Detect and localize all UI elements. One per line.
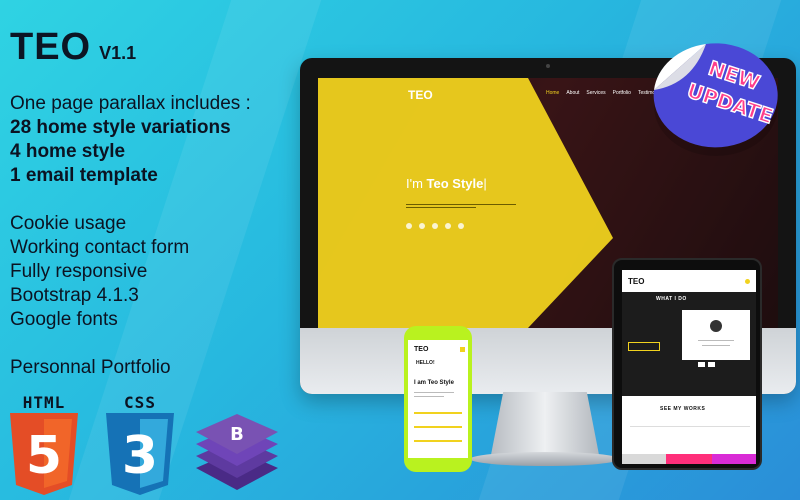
feature-bold-item: 4 home style (10, 141, 126, 162)
monitor-stand (490, 392, 600, 460)
work-thumb[interactable] (666, 454, 712, 464)
tablet-header: TEO (622, 270, 756, 292)
phone-hello: HELLO! (416, 360, 435, 366)
hero-cursor: | (483, 176, 487, 191)
nav-item-portfolio[interactable]: Portfolio (613, 90, 631, 96)
feature-extra: Personnal Portfolio (10, 357, 171, 378)
google-icon[interactable] (432, 223, 438, 229)
feature-bold-item: 1 email template (10, 165, 158, 186)
phone-mockup: TEO HELLO! I am Teo Style (404, 326, 472, 472)
html5-number: 5 (26, 426, 62, 486)
works-heading: SEE MY WORKS (660, 406, 706, 412)
tablet-mockup: TEO WHAT I DO SEE MY WORKS (612, 258, 762, 470)
css3-number: 3 (122, 426, 158, 486)
feature-item: Fully responsive (10, 261, 148, 282)
feature-item: Bootstrap 4.1.3 (10, 285, 139, 306)
product-title: TEO V1.1 (10, 26, 136, 69)
monitor-stand-base (470, 452, 620, 466)
work-thumb[interactable] (622, 454, 666, 464)
hero-subtext-placeholder (406, 202, 526, 210)
nav-item-services[interactable]: Services (586, 90, 605, 96)
phone-menu-icon[interactable] (460, 347, 465, 352)
hero-name: Teo Style (426, 176, 484, 191)
works-filter-bar[interactable] (630, 426, 750, 430)
feature-list: One page parallax includes : 28 home sty… (10, 92, 251, 380)
bootstrap-letter: B (230, 424, 244, 445)
brand-name: TEO (10, 26, 92, 68)
feature-item: Working contact form (10, 237, 190, 258)
tablet-screen: TEO WHAT I DO SEE MY WORKS (622, 270, 756, 464)
hero-prefix: I'm (406, 176, 427, 191)
html5-icon: HTML 5 (8, 393, 80, 500)
nav-item-home[interactable]: Home (546, 90, 559, 96)
service-card (682, 310, 750, 360)
tablet-cta-button[interactable] (628, 342, 660, 351)
nav-item-about[interactable]: About (566, 90, 579, 96)
css3-label: CSS (124, 393, 156, 412)
linkedin-icon[interactable] (458, 223, 464, 229)
feature-intro: One page parallax includes : (10, 93, 251, 114)
tablet-section-heading: WHAT I DO (656, 296, 687, 302)
css3-icon: CSS 3 (104, 393, 176, 500)
dribbble-icon[interactable] (445, 223, 451, 229)
phone-logo[interactable]: TEO (414, 346, 428, 353)
version-label: V1.1 (99, 43, 137, 63)
facebook-icon[interactable] (406, 223, 412, 229)
site-logo[interactable]: TEO (408, 88, 433, 102)
html5-shield-icon: 5 (10, 413, 78, 495)
tablet-logo[interactable]: TEO (628, 277, 644, 286)
html5-label: HTML (22, 393, 66, 412)
menu-icon[interactable] (745, 278, 750, 284)
phone-hero: I am Teo Style (414, 380, 454, 386)
service-icon (710, 320, 722, 332)
monitor-camera (546, 64, 550, 68)
feature-item: Google fonts (10, 309, 118, 330)
prev-arrow-icon[interactable] (698, 362, 705, 367)
work-thumb[interactable] (712, 454, 756, 464)
hero-social-links (406, 223, 464, 229)
css3-shield-icon: 3 (106, 413, 174, 495)
works-section: SEE MY WORKS (622, 396, 756, 464)
phone-screen: TEO HELLO! I am Teo Style (408, 340, 468, 458)
hero-heading: I'm Teo Style| (406, 176, 487, 191)
feature-item: Cookie usage (10, 213, 127, 234)
bootstrap-icon: B (196, 414, 278, 490)
next-arrow-icon[interactable] (708, 362, 715, 367)
carousel-arrows (698, 362, 715, 367)
new-update-sticker: NEW UPDATE (653, 43, 778, 156)
feature-bold-item: 28 home style variations (10, 117, 231, 138)
twitter-icon[interactable] (419, 223, 425, 229)
